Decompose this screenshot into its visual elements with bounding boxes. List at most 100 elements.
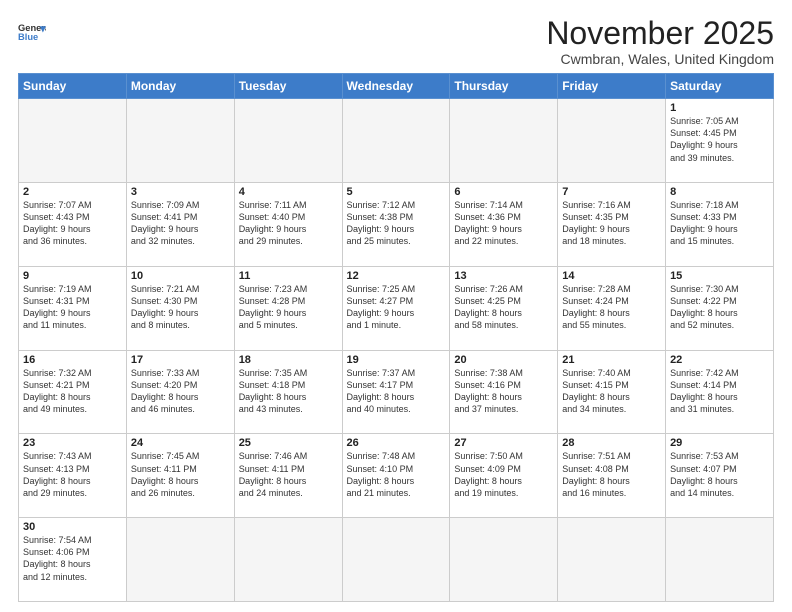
day-info: Sunrise: 7:18 AM Sunset: 4:33 PM Dayligh…: [670, 199, 769, 248]
day-number: 5: [347, 186, 446, 198]
day-info: Sunrise: 7:43 AM Sunset: 4:13 PM Dayligh…: [23, 450, 122, 499]
day-number: 29: [670, 437, 769, 449]
day-info: Sunrise: 7:38 AM Sunset: 4:16 PM Dayligh…: [454, 367, 553, 416]
day-number: 25: [239, 437, 338, 449]
day-number: 9: [23, 270, 122, 282]
calendar-header-row: Sunday Monday Tuesday Wednesday Thursday…: [19, 74, 774, 99]
day-info: Sunrise: 7:33 AM Sunset: 4:20 PM Dayligh…: [131, 367, 230, 416]
day-number: 12: [347, 270, 446, 282]
table-row: [342, 99, 450, 183]
table-row: 18Sunrise: 7:35 AM Sunset: 4:18 PM Dayli…: [234, 350, 342, 434]
table-row: 21Sunrise: 7:40 AM Sunset: 4:15 PM Dayli…: [558, 350, 666, 434]
table-row: 20Sunrise: 7:38 AM Sunset: 4:16 PM Dayli…: [450, 350, 558, 434]
day-info: Sunrise: 7:16 AM Sunset: 4:35 PM Dayligh…: [562, 199, 661, 248]
table-row: 11Sunrise: 7:23 AM Sunset: 4:28 PM Dayli…: [234, 266, 342, 350]
calendar-week-row: 16Sunrise: 7:32 AM Sunset: 4:21 PM Dayli…: [19, 350, 774, 434]
day-number: 23: [23, 437, 122, 449]
day-number: 4: [239, 186, 338, 198]
table-row: [450, 518, 558, 602]
day-info: Sunrise: 7:53 AM Sunset: 4:07 PM Dayligh…: [670, 450, 769, 499]
table-row: 12Sunrise: 7:25 AM Sunset: 4:27 PM Dayli…: [342, 266, 450, 350]
table-row: [234, 518, 342, 602]
day-number: 3: [131, 186, 230, 198]
table-row: 27Sunrise: 7:50 AM Sunset: 4:09 PM Dayli…: [450, 434, 558, 518]
table-row: 16Sunrise: 7:32 AM Sunset: 4:21 PM Dayli…: [19, 350, 127, 434]
table-row: 19Sunrise: 7:37 AM Sunset: 4:17 PM Dayli…: [342, 350, 450, 434]
calendar-week-row: 30Sunrise: 7:54 AM Sunset: 4:06 PM Dayli…: [19, 518, 774, 602]
day-number: 30: [23, 521, 122, 533]
table-row: 26Sunrise: 7:48 AM Sunset: 4:10 PM Dayli…: [342, 434, 450, 518]
table-row: 22Sunrise: 7:42 AM Sunset: 4:14 PM Dayli…: [666, 350, 774, 434]
table-row: 9Sunrise: 7:19 AM Sunset: 4:31 PM Daylig…: [19, 266, 127, 350]
table-row: 17Sunrise: 7:33 AM Sunset: 4:20 PM Dayli…: [126, 350, 234, 434]
day-info: Sunrise: 7:25 AM Sunset: 4:27 PM Dayligh…: [347, 283, 446, 332]
day-number: 7: [562, 186, 661, 198]
table-row: 5Sunrise: 7:12 AM Sunset: 4:38 PM Daylig…: [342, 182, 450, 266]
table-row: 13Sunrise: 7:26 AM Sunset: 4:25 PM Dayli…: [450, 266, 558, 350]
day-number: 6: [454, 186, 553, 198]
day-info: Sunrise: 7:26 AM Sunset: 4:25 PM Dayligh…: [454, 283, 553, 332]
day-number: 2: [23, 186, 122, 198]
day-number: 16: [23, 354, 122, 366]
day-number: 13: [454, 270, 553, 282]
col-thursday: Thursday: [450, 74, 558, 99]
day-number: 27: [454, 437, 553, 449]
table-row: [342, 518, 450, 602]
table-row: 7Sunrise: 7:16 AM Sunset: 4:35 PM Daylig…: [558, 182, 666, 266]
day-info: Sunrise: 7:28 AM Sunset: 4:24 PM Dayligh…: [562, 283, 661, 332]
col-tuesday: Tuesday: [234, 74, 342, 99]
table-row: 1Sunrise: 7:05 AM Sunset: 4:45 PM Daylig…: [666, 99, 774, 183]
day-info: Sunrise: 7:05 AM Sunset: 4:45 PM Dayligh…: [670, 115, 769, 164]
table-row: 3Sunrise: 7:09 AM Sunset: 4:41 PM Daylig…: [126, 182, 234, 266]
table-row: 30Sunrise: 7:54 AM Sunset: 4:06 PM Dayli…: [19, 518, 127, 602]
day-number: 21: [562, 354, 661, 366]
day-info: Sunrise: 7:37 AM Sunset: 4:17 PM Dayligh…: [347, 367, 446, 416]
table-row: 24Sunrise: 7:45 AM Sunset: 4:11 PM Dayli…: [126, 434, 234, 518]
col-friday: Friday: [558, 74, 666, 99]
table-row: [558, 518, 666, 602]
day-info: Sunrise: 7:32 AM Sunset: 4:21 PM Dayligh…: [23, 367, 122, 416]
table-row: 6Sunrise: 7:14 AM Sunset: 4:36 PM Daylig…: [450, 182, 558, 266]
table-row: 25Sunrise: 7:46 AM Sunset: 4:11 PM Dayli…: [234, 434, 342, 518]
day-number: 17: [131, 354, 230, 366]
table-row: [666, 518, 774, 602]
table-row: 15Sunrise: 7:30 AM Sunset: 4:22 PM Dayli…: [666, 266, 774, 350]
col-saturday: Saturday: [666, 74, 774, 99]
table-row: 28Sunrise: 7:51 AM Sunset: 4:08 PM Dayli…: [558, 434, 666, 518]
day-info: Sunrise: 7:45 AM Sunset: 4:11 PM Dayligh…: [131, 450, 230, 499]
logo: General Blue: [18, 20, 46, 48]
calendar-week-row: 23Sunrise: 7:43 AM Sunset: 4:13 PM Dayli…: [19, 434, 774, 518]
day-number: 19: [347, 354, 446, 366]
day-info: Sunrise: 7:07 AM Sunset: 4:43 PM Dayligh…: [23, 199, 122, 248]
day-number: 1: [670, 102, 769, 114]
day-number: 14: [562, 270, 661, 282]
day-info: Sunrise: 7:50 AM Sunset: 4:09 PM Dayligh…: [454, 450, 553, 499]
day-number: 11: [239, 270, 338, 282]
svg-text:Blue: Blue: [18, 32, 38, 42]
day-info: Sunrise: 7:35 AM Sunset: 4:18 PM Dayligh…: [239, 367, 338, 416]
day-number: 18: [239, 354, 338, 366]
table-row: 14Sunrise: 7:28 AM Sunset: 4:24 PM Dayli…: [558, 266, 666, 350]
table-row: [19, 99, 127, 183]
table-row: [450, 99, 558, 183]
day-info: Sunrise: 7:40 AM Sunset: 4:15 PM Dayligh…: [562, 367, 661, 416]
col-monday: Monday: [126, 74, 234, 99]
day-info: Sunrise: 7:23 AM Sunset: 4:28 PM Dayligh…: [239, 283, 338, 332]
calendar: Sunday Monday Tuesday Wednesday Thursday…: [18, 73, 774, 602]
calendar-week-row: 1Sunrise: 7:05 AM Sunset: 4:45 PM Daylig…: [19, 99, 774, 183]
header: General Blue November 2025 Cwmbran, Wale…: [18, 16, 774, 67]
day-info: Sunrise: 7:42 AM Sunset: 4:14 PM Dayligh…: [670, 367, 769, 416]
col-wednesday: Wednesday: [342, 74, 450, 99]
table-row: 4Sunrise: 7:11 AM Sunset: 4:40 PM Daylig…: [234, 182, 342, 266]
table-row: 10Sunrise: 7:21 AM Sunset: 4:30 PM Dayli…: [126, 266, 234, 350]
day-info: Sunrise: 7:12 AM Sunset: 4:38 PM Dayligh…: [347, 199, 446, 248]
day-number: 22: [670, 354, 769, 366]
calendar-week-row: 2Sunrise: 7:07 AM Sunset: 4:43 PM Daylig…: [19, 182, 774, 266]
day-info: Sunrise: 7:51 AM Sunset: 4:08 PM Dayligh…: [562, 450, 661, 499]
day-number: 10: [131, 270, 230, 282]
day-info: Sunrise: 7:48 AM Sunset: 4:10 PM Dayligh…: [347, 450, 446, 499]
day-info: Sunrise: 7:14 AM Sunset: 4:36 PM Dayligh…: [454, 199, 553, 248]
col-sunday: Sunday: [19, 74, 127, 99]
day-number: 28: [562, 437, 661, 449]
day-info: Sunrise: 7:11 AM Sunset: 4:40 PM Dayligh…: [239, 199, 338, 248]
